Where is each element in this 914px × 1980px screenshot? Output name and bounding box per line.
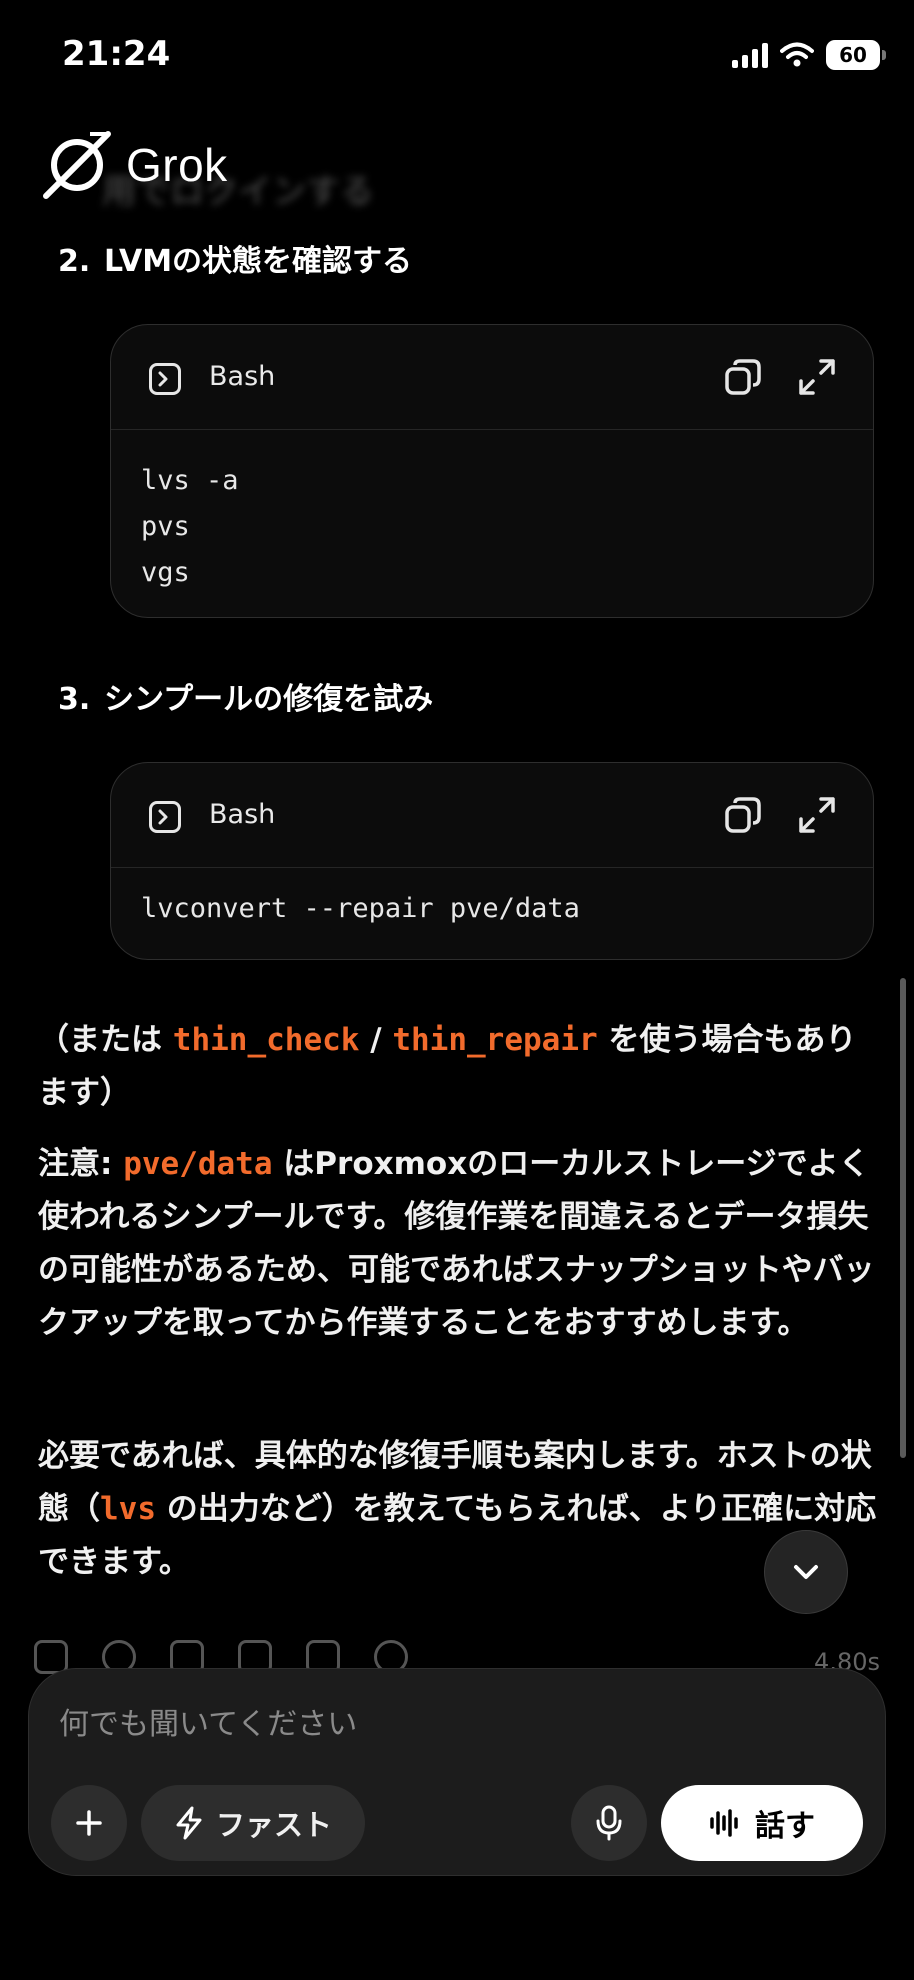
step-number: 3.: [58, 682, 91, 717]
message-composer: 何でも聞いてください ファスト 話す: [28, 1668, 886, 1876]
waveform-icon: [710, 1809, 738, 1837]
step-title: LVMの状態を確認する: [104, 244, 413, 279]
scrollbar[interactable]: [900, 978, 906, 1458]
expand-icon[interactable]: [797, 795, 837, 835]
plus-icon: [76, 1810, 102, 1836]
code-block-lvm-status: Bash lvs -a pvs vgs: [110, 324, 874, 618]
status-time: 21:24: [62, 34, 171, 74]
text: の出力など）を教えてもらえれば、より正確に対応できます。: [38, 1491, 877, 1580]
inline-code: thin_check: [172, 1022, 360, 1058]
voice-talk-button[interactable]: 話す: [661, 1785, 863, 1861]
text: （または: [38, 1022, 173, 1058]
copy-icon[interactable]: [723, 795, 763, 835]
code-block-header: Bash: [111, 325, 873, 430]
wifi-icon: [780, 42, 814, 67]
code-block-header: Bash: [111, 763, 873, 868]
talk-label: 話す: [755, 1809, 815, 1844]
code-content[interactable]: lvconvert --repair pve/data: [111, 868, 873, 956]
brand-name: Grok: [126, 139, 228, 191]
cellular-signal-icon: [732, 42, 768, 68]
grok-logo-icon: [43, 131, 111, 199]
step-title: シンプールの修復を試み: [104, 682, 434, 717]
chevron-down-icon: [794, 1565, 818, 1579]
code-block-repair: Bash lvconvert --repair pve/data: [110, 762, 874, 960]
code-content[interactable]: lvs -a pvs vgs: [111, 430, 873, 617]
step-number: 2.: [58, 244, 91, 279]
terminal-icon: [149, 801, 181, 833]
inline-code: thin_repair: [392, 1022, 598, 1058]
attach-button[interactable]: [51, 1785, 127, 1861]
step-heading-3: 3. シンプールの修復を試み: [58, 674, 433, 718]
mode-label: ファスト: [215, 1808, 332, 1842]
microphone-button[interactable]: [571, 1785, 647, 1861]
code-language-label: Bash: [209, 361, 276, 392]
paragraph-alternatives: （または thin_check / thin_repair を使う場合もあります…: [38, 1014, 878, 1120]
mic-icon: [596, 1805, 622, 1841]
expand-icon[interactable]: [797, 357, 837, 397]
copy-icon[interactable]: [723, 357, 763, 397]
mode-selector-button[interactable]: ファスト: [141, 1785, 365, 1861]
inline-code: pve/data: [123, 1146, 273, 1182]
brand-header[interactable]: Grok: [40, 128, 228, 202]
code-language-label: Bash: [209, 799, 276, 830]
paragraph-followup: 必要であれば、具体的な修復手順も案内します。ホストの状態（lvs の出力など）を…: [38, 1430, 878, 1589]
text: /: [359, 1022, 393, 1058]
scroll-down-button[interactable]: [764, 1530, 848, 1614]
battery-level: 60: [839, 43, 867, 67]
lightning-icon: [176, 1806, 202, 1840]
status-icons: 60: [732, 40, 886, 70]
terminal-icon: [149, 363, 181, 395]
inline-code: lvs: [100, 1491, 156, 1527]
message-input[interactable]: 何でも聞いてください: [59, 1699, 357, 1743]
paragraph-caution: 注意: pve/data はProxmoxのローカルストレージでよく使われるシン…: [38, 1138, 878, 1350]
battery-icon: 60: [826, 40, 886, 70]
caution-label: 注意:: [38, 1146, 124, 1182]
status-bar: 21:24 60: [0, 0, 914, 110]
step-heading-2: 2. LVMの状態を確認する: [58, 236, 412, 280]
